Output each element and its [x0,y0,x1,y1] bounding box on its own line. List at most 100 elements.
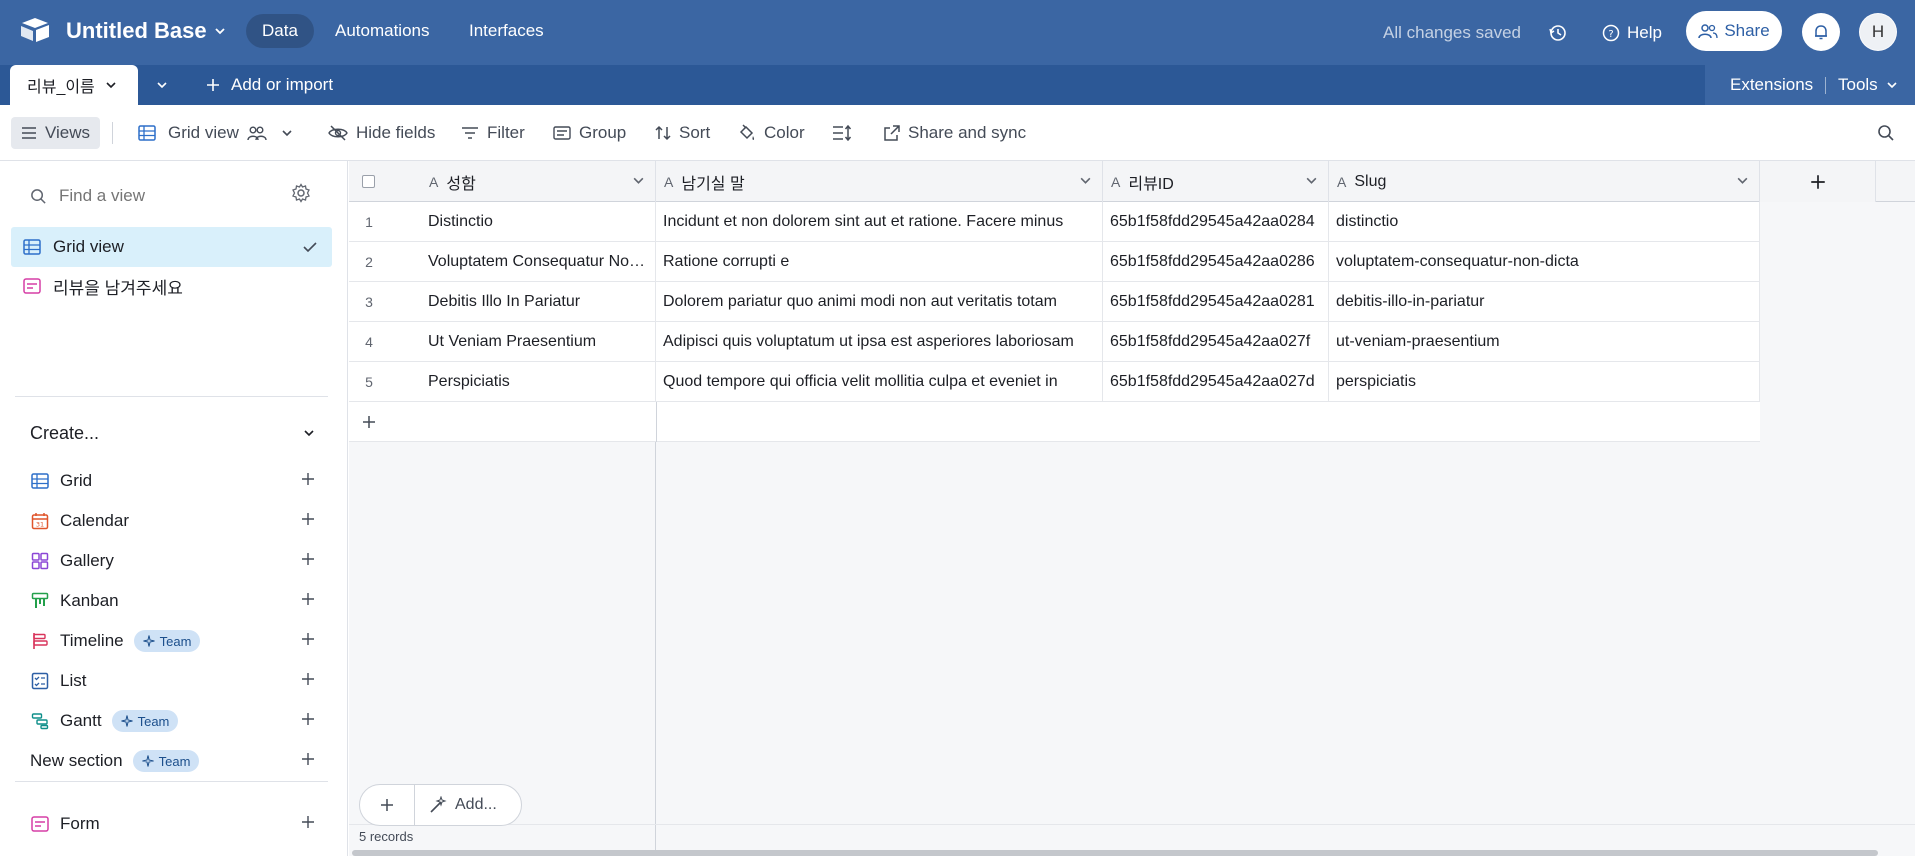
table-row[interactable]: 3 Debitis Illo In Pariatur Dolorem paria… [349,282,1760,322]
cell-slug[interactable]: voluptatem-consequatur-non-dicta [1329,242,1760,282]
team-badge: Team [133,630,201,652]
cell-review-id[interactable]: 65b1f58fdd29545a42aa0284 [1103,202,1329,242]
create-gantt[interactable]: Gantt Team [30,703,316,739]
create-item-label: Gallery [60,551,114,570]
create-new-section[interactable]: New section Team [30,743,316,779]
team-badge: Team [111,710,179,732]
column-header-review-id[interactable]: A 리뷰ID [1103,161,1329,202]
cell-message[interactable]: Quod tempore qui officia velit mollitia … [656,362,1103,402]
plus-icon[interactable] [300,591,316,607]
hide-fields-button[interactable]: Hide fields [328,105,435,161]
notifications-button[interactable] [1802,13,1840,51]
share-button[interactable]: Share [1686,11,1782,51]
add-record-row[interactable] [349,402,1760,442]
grid-icon [31,473,49,489]
cell-name[interactable]: Ut Veniam Praesentium [421,322,656,362]
filter-button[interactable]: Filter [461,105,525,161]
cell-review-id[interactable]: 65b1f58fdd29545a42aa0281 [1103,282,1329,322]
help-button[interactable]: ? Help [1602,0,1662,65]
create-grid[interactable]: Grid [30,463,316,499]
cell-review-id[interactable]: 65b1f58fdd29545a42aa0286 [1103,242,1329,282]
form-icon [31,816,49,832]
cell-review-id[interactable]: 65b1f58fdd29545a42aa027d [1103,362,1329,402]
views-toggle-button[interactable]: Views [11,117,101,149]
view-item-grid-view[interactable]: Grid view [11,227,332,267]
column-header-message[interactable]: A 남기실 말 [656,161,1103,202]
plus-icon[interactable] [300,631,316,647]
row-number: 4 [365,334,373,350]
chevron-down-icon[interactable] [1736,174,1749,187]
column-header-slug[interactable]: A Slug [1329,161,1760,202]
cell-message[interactable]: Dolorem pariatur quo animi modi non aut … [656,282,1103,322]
horizontal-scrollbar[interactable] [352,850,1878,856]
create-timeline[interactable]: Timeline Team [30,623,316,659]
create-section-toggle[interactable]: Create... [30,418,316,448]
plus-icon[interactable] [300,751,316,767]
plus-icon[interactable] [300,671,316,687]
cell-slug[interactable]: debitis-illo-in-pariatur [1329,282,1760,322]
ai-add-button[interactable]: Add... [415,796,497,814]
cell-name[interactable]: Perspiciatis [421,362,656,402]
tables-dropdown-button[interactable] [150,73,174,97]
cell-message[interactable]: Ratione corrupti e [656,242,1103,282]
add-record-button[interactable] [360,784,415,826]
share-sync-button[interactable]: Share and sync [883,105,1026,161]
nav-interfaces[interactable]: Interfaces [453,14,560,48]
plus-icon[interactable] [300,711,316,727]
cell-slug[interactable]: distinctio [1329,202,1760,242]
tab-label: 리뷰_이름 [27,79,95,96]
nav-automations[interactable]: Automations [319,14,446,48]
history-button[interactable] [1548,0,1568,65]
grid-view-switcher[interactable]: Grid view [138,105,293,161]
chevron-down-icon[interactable] [632,174,645,187]
plus-icon [1810,174,1825,189]
add-field-button[interactable] [1760,161,1876,202]
table-row[interactable]: 5 Perspiciatis Quod tempore qui officia … [349,362,1760,402]
tab-active-table[interactable]: 리뷰_이름 [10,65,138,105]
chevron-down-icon[interactable] [105,79,117,91]
cell-message[interactable]: Incidunt et non dolorem sint aut et rati… [656,202,1103,242]
sparkle-icon [120,715,133,727]
base-title[interactable]: Untitled Base [66,18,227,44]
row-height-button[interactable] [832,105,852,161]
find-view-search[interactable] [30,181,320,211]
create-form[interactable]: Form [30,806,316,842]
table-row[interactable]: 2 Voluptatem Consequatur Non Dicta Ratio… [349,242,1760,282]
cell-slug[interactable]: perspiciatis [1329,362,1760,402]
tools-button[interactable]: Tools [1838,65,1898,105]
sort-button[interactable]: Sort [655,105,710,161]
cell-name[interactable]: Distinctio [421,202,656,242]
color-button[interactable]: Color [738,105,805,161]
plus-icon[interactable] [300,511,316,527]
chevron-down-icon[interactable] [1079,174,1092,187]
add-or-import-button[interactable]: Add or import [205,65,333,105]
cell-review-id[interactable]: 65b1f58fdd29545a42aa027f [1103,322,1329,362]
table-row[interactable]: 4 Ut Veniam Praesentium Adipisci quis vo… [349,322,1760,362]
app-logo-icon[interactable] [20,17,50,43]
create-gallery[interactable]: Gallery [30,543,316,579]
form-icon [23,278,41,294]
view-item-form[interactable]: 리뷰을 남겨주세요 [11,266,332,306]
plus-icon[interactable] [300,471,316,487]
group-button[interactable]: Group [553,105,626,161]
nav-data[interactable]: Data [246,14,314,48]
plus-icon[interactable] [300,551,316,567]
create-list[interactable]: List [30,663,316,699]
frozen-divider [656,402,657,442]
search-button[interactable] [1877,105,1895,161]
select-all-checkbox[interactable] [362,175,375,188]
cell-slug[interactable]: ut-veniam-praesentium [1329,322,1760,362]
find-view-input[interactable] [59,186,279,206]
plus-icon[interactable] [300,814,316,830]
chevron-down-icon[interactable] [1305,174,1318,187]
cell-name[interactable]: Debitis Illo In Pariatur [421,282,656,322]
cell-name[interactable]: Voluptatem Consequatur Non Dicta [421,242,656,282]
cell-message[interactable]: Adipisci quis voluptatum ut ipsa est asp… [656,322,1103,362]
avatar[interactable]: H [1859,13,1897,51]
gear-icon[interactable] [291,183,311,203]
extensions-button[interactable]: Extensions [1730,65,1813,105]
table-row[interactable]: 1 Distinctio Incidunt et non dolorem sin… [349,202,1760,242]
create-calendar[interactable]: 31 Calendar [30,503,316,539]
column-header-name[interactable]: A 성함 [349,161,656,202]
create-kanban[interactable]: Kanban [30,583,316,619]
